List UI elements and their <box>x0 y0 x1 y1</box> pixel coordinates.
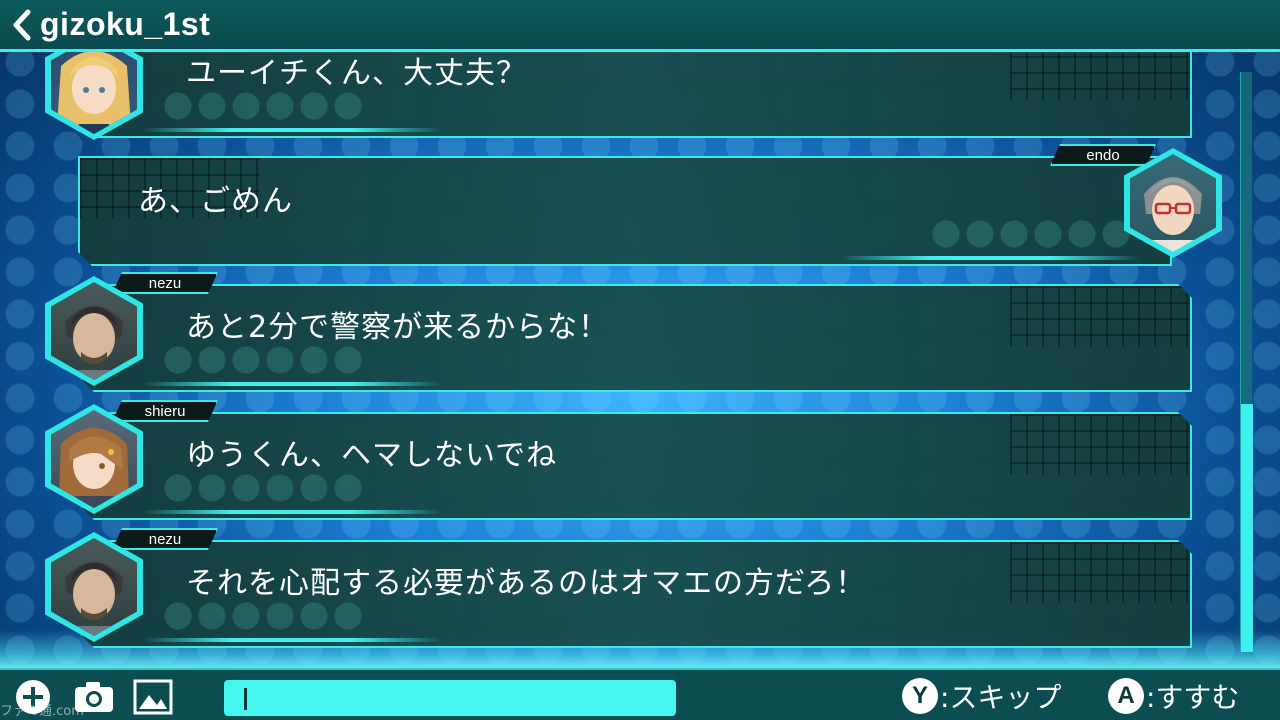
skip-label: :スキップ <box>940 681 1062 714</box>
next-hint[interactable]: A :すすむ <box>1108 678 1239 714</box>
bottom-toolbar: Y :スキップ A :すすむ <box>0 668 1280 720</box>
text-caret <box>244 688 247 710</box>
chevron-left-icon[interactable] <box>4 3 40 47</box>
message-text: それを心配する必要があるのはオマエの方だろ！ <box>186 566 867 601</box>
blonde-girl-avatar-icon <box>57 52 131 134</box>
message-text: ユーイチくん、大丈夫？ <box>186 56 527 91</box>
bearded-man-avatar-icon <box>65 306 123 380</box>
watermark: ファミ通.com <box>0 704 84 719</box>
speaker-name-tag: endo <box>1050 144 1156 166</box>
message-bubble: ユーイチくん、大丈夫？ <box>80 52 1192 138</box>
page-title: gizoku_1st <box>40 6 211 42</box>
message-text: あと2分で警察が来るからな！ <box>186 310 610 345</box>
message-text: ゆうくん、ヘマしないでね <box>186 438 558 473</box>
glasses-boy-avatar-icon <box>1144 177 1202 252</box>
message-bubble: あ、ごめん <box>78 156 1172 266</box>
chat-scrollbar[interactable] <box>1240 72 1253 652</box>
brown-hair-girl-avatar-icon <box>59 428 129 508</box>
next-label: :すすむ <box>1146 681 1240 714</box>
message-bubble: あと2分で警察が来るからな！ <box>80 284 1192 392</box>
bearded-man-avatar-icon <box>65 562 123 636</box>
speaker-name-tag: nezu <box>112 272 218 294</box>
message-input[interactable] <box>224 680 676 716</box>
message-text: あ、ごめん <box>138 184 293 219</box>
speaker-name-tag: shieru <box>112 400 218 422</box>
skip-hint[interactable]: Y :スキップ <box>902 678 1061 714</box>
message-bubble: それを心配する必要があるのはオマエの方だろ！ <box>80 540 1192 648</box>
scrollbar-thumb[interactable] <box>1241 404 1253 652</box>
image-icon[interactable] <box>133 679 173 715</box>
speaker-name-tag: nezu <box>112 528 218 550</box>
header-bar: gizoku_1st <box>0 0 1280 52</box>
a-button-icon: A <box>1108 678 1144 714</box>
chat-log[interactable]: ユーイチくん、大丈夫？ あ、ごめん endo あと2分で警察が来るからな！ ne… <box>0 52 1280 667</box>
y-button-icon: Y <box>902 678 938 714</box>
message-bubble: ゆうくん、ヘマしないでね <box>80 412 1192 520</box>
